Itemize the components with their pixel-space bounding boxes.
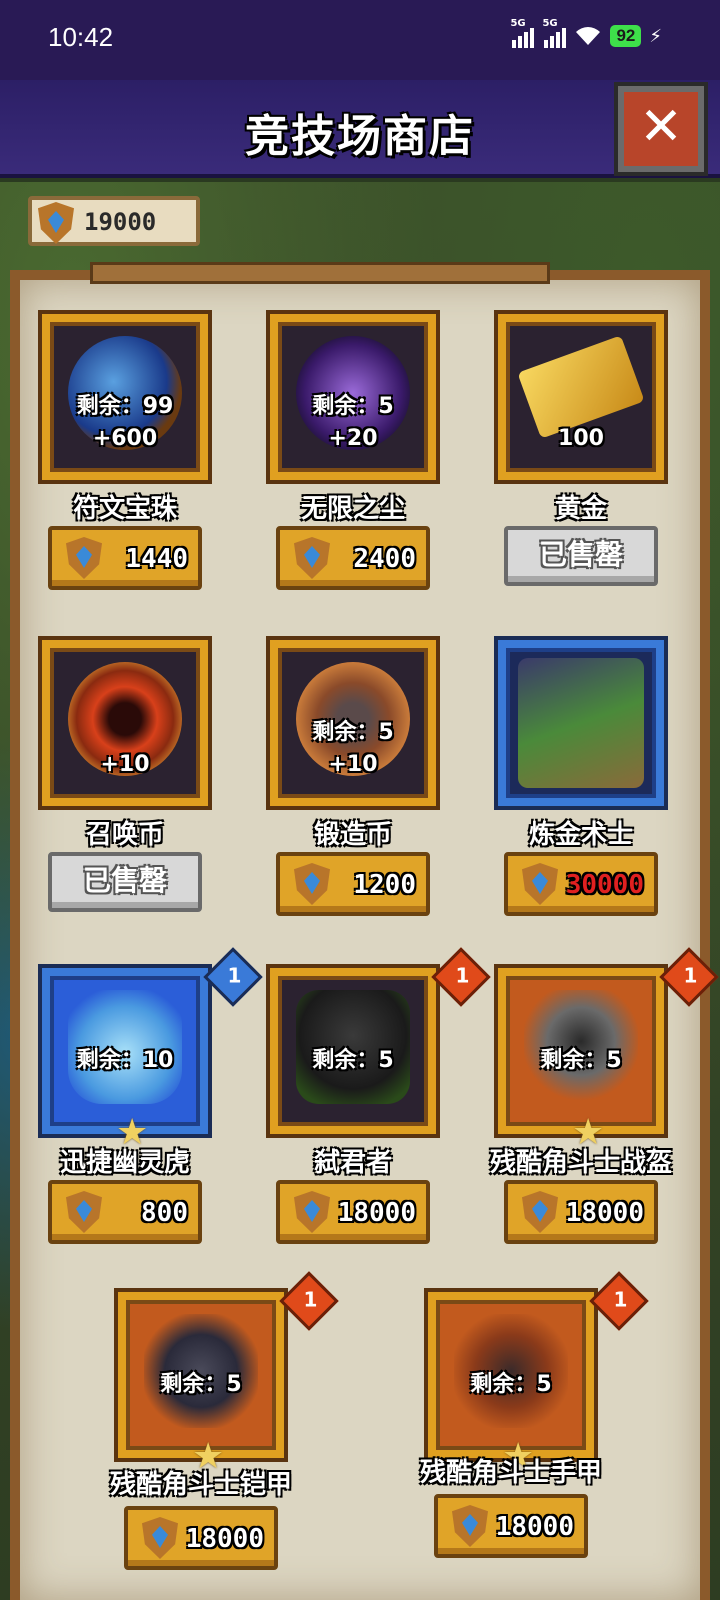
price-value: 2400 <box>353 544 416 574</box>
item-icon-frame[interactable]: 剩余：5 +10 <box>266 636 440 810</box>
price-button[interactable]: 18000 <box>124 1506 278 1570</box>
item-name: 符文宝珠 <box>72 494 177 524</box>
price-button[interactable]: 800 <box>48 1180 202 1244</box>
shield-gem-icon <box>294 537 330 579</box>
status-icons: 5G 5G 92 ⚡ <box>510 18 662 48</box>
cellular-signal-icon-2: 5G <box>542 18 567 48</box>
item-quantity: +600 <box>92 426 158 451</box>
price-button[interactable]: 1200 <box>276 852 430 916</box>
item-icon-frame[interactable] <box>494 636 668 810</box>
price-value: 18000 <box>495 1512 574 1542</box>
close-button[interactable]: ✕ <box>614 82 708 176</box>
item-name: 召唤币 <box>85 820 164 850</box>
shield-gem-icon <box>522 863 558 905</box>
shield-gem-icon <box>452 1505 488 1547</box>
item-name: 无限之尘 <box>300 494 405 524</box>
item-icon-frame[interactable]: 100 <box>494 310 668 484</box>
price-value: 1440 <box>125 544 188 574</box>
sold-out-button: 已售罄 <box>504 526 658 586</box>
item-name: 炼金术士 <box>528 820 633 850</box>
item-remaining: 剩余：5 <box>312 394 394 419</box>
item-quantity: +10 <box>328 752 378 777</box>
status-bar: 10:42 5G 5G 92 ⚡ <box>0 0 720 80</box>
item-remaining: 剩余：5 <box>540 1048 622 1073</box>
price-value: 1200 <box>353 870 416 900</box>
item-quantity: 100 <box>558 426 604 451</box>
item-icon-frame[interactable]: 剩余：10 ★ <box>38 964 212 1153</box>
item-quantity: +10 <box>100 752 150 777</box>
item-remaining: 剩余：5 <box>470 1372 552 1397</box>
price-value: 18000 <box>565 1198 644 1228</box>
status-time: 10:42 <box>48 22 114 52</box>
wifi-icon <box>576 27 601 45</box>
item-name: 弑君者 <box>313 1148 392 1178</box>
price-value: 18000 <box>337 1198 416 1228</box>
item-remaining: 剩余：5 <box>312 1048 394 1073</box>
battery-indicator: 92 <box>610 25 642 47</box>
currency-value: 19000 <box>84 208 157 236</box>
item-remaining: 剩余：99 <box>76 394 174 419</box>
charging-icon: ⚡ <box>649 25 662 47</box>
item-icon-frame[interactable]: 剩余：5 ★ <box>494 964 668 1153</box>
alchemist-hero-icon <box>518 658 644 788</box>
item-icon-frame[interactable]: 剩余：5 ★ <box>424 1288 598 1477</box>
cellular-signal-icon: 5G <box>510 18 535 48</box>
item-icon-frame[interactable]: +10 <box>38 636 212 810</box>
shield-gem-icon <box>294 1191 330 1233</box>
price-button[interactable]: 18000 <box>504 1180 658 1244</box>
shield-gem-icon <box>294 863 330 905</box>
price-value: 30000 <box>565 870 644 900</box>
price-button[interactable]: 2400 <box>276 526 430 590</box>
item-icon-frame[interactable]: 剩余：5 +20 <box>266 310 440 484</box>
item-name: 残酷角斗士铠甲 <box>109 1470 292 1500</box>
item-icon-frame[interactable]: 剩余：5 <box>266 964 440 1138</box>
item-name: 迅捷幽灵虎 <box>59 1148 190 1178</box>
page-title: 竞技场商店 <box>245 111 475 162</box>
item-name: 残酷角斗士战盔 <box>489 1148 672 1178</box>
item-name: 锻造币 <box>313 820 392 850</box>
item-icon-frame[interactable]: 剩余：5 ★ <box>114 1288 288 1477</box>
price-button[interactable]: 18000 <box>434 1494 588 1558</box>
item-icon-frame[interactable]: 剩余：99 +600 <box>38 310 212 484</box>
item-remaining: 剩余：10 <box>76 1048 174 1073</box>
price-button[interactable]: 1440 <box>48 526 202 590</box>
price-value: 800 <box>141 1198 188 1228</box>
shield-gem-icon <box>66 537 102 579</box>
shield-gem-icon <box>522 1191 558 1233</box>
shield-gem-icon <box>142 1517 178 1559</box>
item-remaining: 剩余：5 <box>160 1372 242 1397</box>
price-button[interactable]: 30000 <box>504 852 658 916</box>
arena-currency-display: 19000 <box>28 196 200 246</box>
shield-gem-icon <box>38 202 74 244</box>
item-name: 黄金 <box>554 494 607 524</box>
gold-bar-icon <box>517 335 645 439</box>
item-remaining: 剩余：5 <box>312 720 394 745</box>
price-button[interactable]: 18000 <box>276 1180 430 1244</box>
shield-gem-icon <box>66 1191 102 1233</box>
item-name: 残酷角斗士手甲 <box>419 1458 602 1488</box>
header: 竞技场商店 ✕ <box>0 80 720 178</box>
parchment-scroll-rod <box>90 262 550 284</box>
item-quantity: +20 <box>328 426 378 451</box>
price-value: 18000 <box>185 1524 264 1554</box>
sold-out-button: 已售罄 <box>48 852 202 912</box>
